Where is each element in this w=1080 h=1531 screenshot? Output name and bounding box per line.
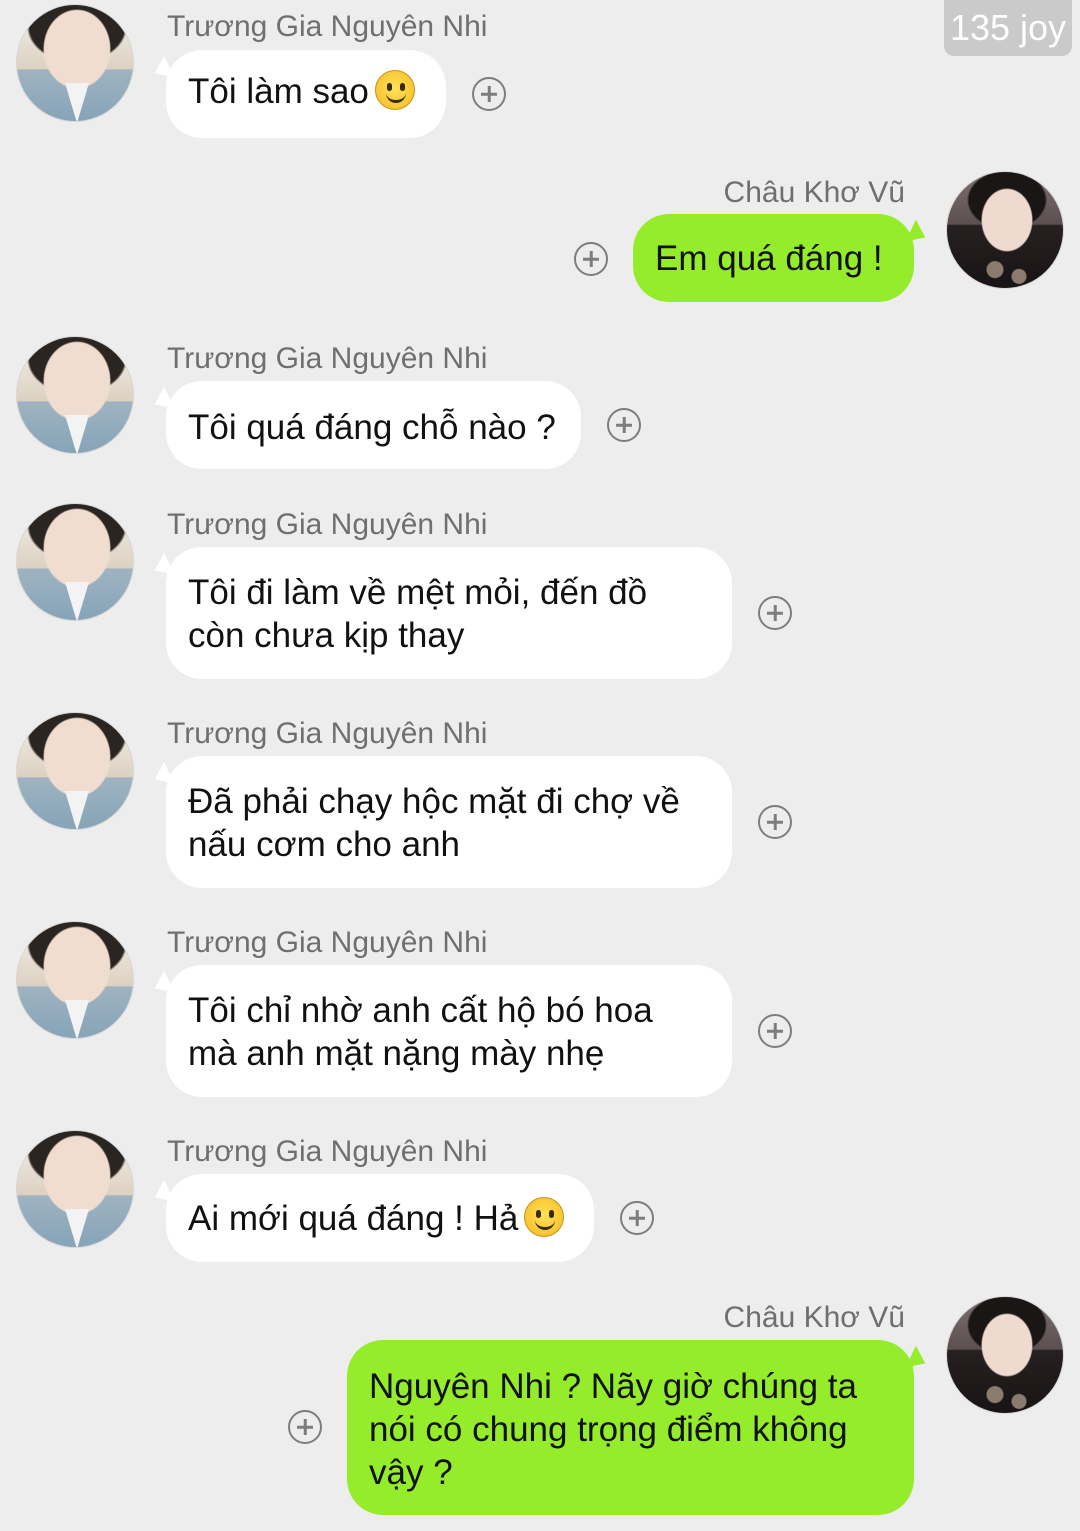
sender-name: Trương Gia Nguyên Nhi <box>167 1135 488 1168</box>
react-plus-icon[interactable] <box>758 805 792 839</box>
avatar-truong-gia-nguyen-nhi[interactable] <box>16 4 134 122</box>
watermark-badge: 135 joy <box>944 0 1072 56</box>
message-text: Ai mới quá đáng ! Hả <box>188 1199 519 1238</box>
avatar-truong-gia-nguyen-nhi[interactable] <box>16 1130 134 1248</box>
chat-screen: 135 joy Trương Gia Nguyên Nhi Tôi làm sa… <box>0 0 1080 1531</box>
avatar-truong-gia-nguyen-nhi[interactable] <box>16 712 134 830</box>
sender-name: Trương Gia Nguyên Nhi <box>167 926 488 959</box>
react-plus-icon[interactable] <box>472 77 506 111</box>
message-text: Nguyên Nhi ? Nãy giờ chúng ta nói có chu… <box>369 1367 857 1492</box>
sender-name: Trương Gia Nguyên Nhi <box>167 10 488 43</box>
smiley-emoji-icon <box>374 70 415 110</box>
message-bubble[interactable]: Tôi chỉ nhờ anh cất hộ bó hoa mà anh mặt… <box>166 965 732 1097</box>
message-bubble[interactable]: Tôi làm sao <box>166 50 446 138</box>
react-plus-icon[interactable] <box>620 1201 654 1235</box>
message-text: Tôi làm sao <box>188 72 369 111</box>
avatar-chau-kho-vu[interactable] <box>946 1296 1064 1414</box>
message-bubble[interactable]: Em quá đáng ! <box>633 214 914 302</box>
message-text: Em quá đáng ! <box>655 239 883 278</box>
react-plus-icon[interactable] <box>288 1410 322 1444</box>
sender-name: Châu Khơ Vũ <box>723 1301 905 1334</box>
message-text: Tôi đi làm về mệt mỏi, đến đồ còn chưa k… <box>188 573 648 655</box>
sender-name: Trương Gia Nguyên Nhi <box>167 342 488 375</box>
avatar-truong-gia-nguyen-nhi[interactable] <box>16 921 134 1039</box>
sender-name: Trương Gia Nguyên Nhi <box>167 717 488 750</box>
avatar-truong-gia-nguyen-nhi[interactable] <box>16 336 134 454</box>
smiley-emoji-icon <box>524 1197 565 1237</box>
message-bubble[interactable]: Đã phải chạy hộc mặt đi chợ về nấu cơm c… <box>166 756 732 888</box>
react-plus-icon[interactable] <box>758 596 792 630</box>
message-bubble[interactable]: Nguyên Nhi ? Nãy giờ chúng ta nói có chu… <box>347 1340 914 1515</box>
react-plus-icon[interactable] <box>758 1014 792 1048</box>
message-bubble[interactable]: Tôi đi làm về mệt mỏi, đến đồ còn chưa k… <box>166 547 732 679</box>
sender-name: Trương Gia Nguyên Nhi <box>167 508 488 541</box>
message-text: Tôi chỉ nhờ anh cất hộ bó hoa mà anh mặt… <box>188 991 653 1073</box>
message-bubble[interactable]: Ai mới quá đáng ! Hả <box>166 1174 594 1262</box>
avatar-truong-gia-nguyen-nhi[interactable] <box>16 503 134 621</box>
avatar-chau-kho-vu[interactable] <box>946 171 1064 289</box>
react-plus-icon[interactable] <box>607 408 641 442</box>
message-bubble[interactable]: Tôi quá đáng chỗ nào ? <box>166 381 581 469</box>
sender-name: Châu Khơ Vũ <box>723 176 905 209</box>
message-text: Tôi quá đáng chỗ nào ? <box>188 408 556 447</box>
react-plus-icon[interactable] <box>574 242 608 276</box>
message-text: Đã phải chạy hộc mặt đi chợ về nấu cơm c… <box>188 782 680 864</box>
